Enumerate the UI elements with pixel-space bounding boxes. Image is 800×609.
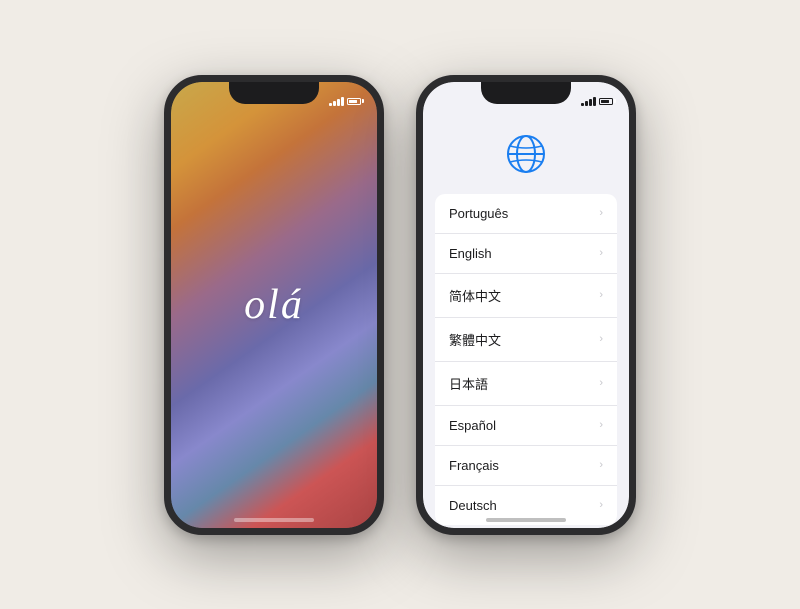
language-label: 日本語 [449, 374, 488, 393]
language-item-português[interactable]: Português › [435, 194, 617, 234]
language-item-english[interactable]: English › [435, 234, 617, 274]
chevron-icon: › [599, 377, 603, 389]
left-status-icons [329, 97, 361, 106]
language-item-français[interactable]: Français › [435, 446, 617, 486]
ola-greeting: olá [244, 281, 304, 329]
language-item-español[interactable]: Español › [435, 406, 617, 446]
globe-area [504, 132, 548, 176]
right-home-indicator [486, 518, 566, 522]
language-label: 繁體中文 [449, 330, 501, 349]
right-status-icons [581, 97, 613, 106]
right-phone: Português › English › 简体中文 › 繁體中文 › 日本語 › Español ›… [416, 75, 636, 535]
right-battery-icon [599, 98, 613, 105]
left-notch [229, 82, 319, 104]
globe-icon [504, 132, 548, 176]
right-screen: Português › English › 简体中文 › 繁體中文 › 日本語 › Español ›… [423, 82, 629, 528]
language-item-繁體中文[interactable]: 繁體中文 › [435, 318, 617, 362]
chevron-icon: › [599, 289, 603, 301]
language-label: 简体中文 [449, 286, 501, 305]
left-signal-icon [329, 97, 344, 106]
language-item-日本語[interactable]: 日本語 › [435, 362, 617, 406]
left-screen: olá [171, 82, 377, 528]
left-battery-icon [347, 98, 361, 105]
language-item-简体中文[interactable]: 简体中文 › [435, 274, 617, 318]
chevron-icon: › [599, 247, 603, 259]
chevron-icon: › [599, 499, 603, 511]
chevron-icon: › [599, 459, 603, 471]
chevron-icon: › [599, 333, 603, 345]
language-label: Español [449, 418, 496, 433]
language-label: Deutsch [449, 498, 497, 513]
language-label: English [449, 246, 492, 261]
right-notch [481, 82, 571, 104]
left-home-indicator [234, 518, 314, 522]
right-signal-icon [581, 97, 596, 106]
chevron-icon: › [599, 207, 603, 219]
chevron-icon: › [599, 419, 603, 431]
language-label: Français [449, 458, 499, 473]
language-list: Português › English › 简体中文 › 繁體中文 › 日本語 › Español ›… [423, 194, 629, 525]
left-phone: olá [164, 75, 384, 535]
language-label: Português [449, 206, 508, 221]
